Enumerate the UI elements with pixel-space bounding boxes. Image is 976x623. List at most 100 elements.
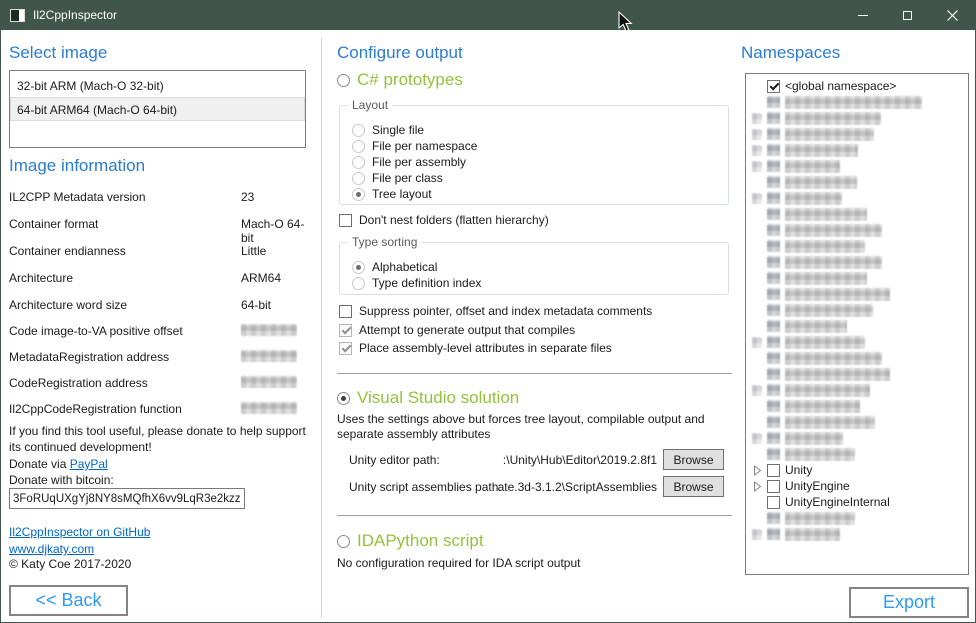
radio-icon bbox=[337, 74, 350, 87]
namespace-item-redacted[interactable] bbox=[746, 526, 968, 542]
layout-option-file-per-class[interactable]: File per class bbox=[352, 170, 728, 186]
option-label: Single file bbox=[372, 123, 424, 137]
redacted-checkbox bbox=[767, 432, 780, 444]
radio-icon bbox=[352, 140, 365, 153]
redacted-value bbox=[241, 324, 297, 336]
namespace-item-redacted[interactable] bbox=[746, 94, 968, 110]
suppress-comments-checkbox[interactable]: Suppress pointer, offset and index metad… bbox=[339, 304, 652, 318]
info-row: Il2CppCodeRegistration function bbox=[9, 402, 309, 418]
redacted-checkbox bbox=[767, 160, 780, 172]
export-button[interactable]: Export bbox=[849, 587, 969, 618]
namespace-item-redacted[interactable] bbox=[746, 110, 968, 126]
radio-icon bbox=[352, 277, 365, 290]
unity-script-browse-button[interactable]: Browse bbox=[663, 476, 724, 497]
redacted-namespace-label bbox=[785, 176, 857, 189]
namespace-item-redacted[interactable] bbox=[746, 286, 968, 302]
info-label: Container endianness bbox=[9, 244, 126, 258]
bitcoin-address-input[interactable] bbox=[9, 488, 245, 509]
namespace-item-unity[interactable]: Unity bbox=[746, 462, 968, 478]
image-list-item[interactable]: 32-bit ARM (Mach-O 32-bit) bbox=[10, 73, 305, 97]
checkbox-icon-checked bbox=[339, 342, 352, 355]
idapython-script-radio[interactable]: IDAPython script bbox=[337, 531, 484, 551]
info-row: CodeRegistration address bbox=[9, 376, 309, 392]
namespace-item-redacted[interactable] bbox=[746, 430, 968, 446]
namespace-item-global[interactable]: <global namespace> bbox=[746, 78, 968, 94]
image-information-title: Image information bbox=[9, 156, 145, 176]
redacted-expander bbox=[752, 113, 762, 124]
visual-studio-solution-radio[interactable]: Visual Studio solution bbox=[337, 388, 519, 408]
namespace-item-redacted[interactable] bbox=[746, 142, 968, 158]
layout-option-file-per-assembly[interactable]: File per assembly bbox=[352, 154, 728, 170]
redacted-namespace-label bbox=[785, 128, 874, 141]
expander-icon[interactable] bbox=[752, 481, 762, 492]
redacted-expander bbox=[752, 129, 762, 140]
namespace-item-unityengine[interactable]: UnityEngine bbox=[746, 478, 968, 494]
info-value: 64-bit bbox=[241, 298, 271, 312]
option-label: File per class bbox=[372, 171, 443, 185]
namespace-item-redacted[interactable] bbox=[746, 446, 968, 462]
namespace-item-redacted[interactable] bbox=[746, 414, 968, 430]
maximize-button[interactable] bbox=[885, 0, 930, 30]
sorting-option-type-definition-index[interactable]: Type definition index bbox=[352, 275, 728, 291]
maximize-icon bbox=[903, 11, 912, 20]
minimize-button[interactable] bbox=[840, 0, 885, 30]
sorting-option-alphabetical[interactable]: Alphabetical bbox=[352, 259, 728, 275]
redacted-namespace-label bbox=[785, 288, 890, 301]
namespace-item-redacted[interactable] bbox=[746, 318, 968, 334]
namespace-item-redacted[interactable] bbox=[746, 366, 968, 382]
website-link[interactable]: www.djkaty.com bbox=[9, 542, 94, 556]
redacted-value bbox=[241, 376, 297, 388]
section-separator bbox=[337, 515, 732, 516]
redacted-checkbox bbox=[767, 224, 780, 236]
checkbox-icon bbox=[767, 480, 780, 493]
namespace-item-redacted[interactable] bbox=[746, 222, 968, 238]
layout-option-single-file[interactable]: Single file bbox=[352, 122, 728, 138]
namespace-item-redacted[interactable] bbox=[746, 398, 968, 414]
redacted-value bbox=[241, 402, 297, 414]
github-link[interactable]: Il2CppInspector on GitHub bbox=[9, 525, 150, 539]
csharp-prototypes-radio[interactable]: C# prototypes bbox=[337, 70, 463, 90]
namespace-item-redacted[interactable] bbox=[746, 254, 968, 270]
namespace-item-redacted[interactable] bbox=[746, 126, 968, 142]
namespace-item-redacted[interactable] bbox=[746, 302, 968, 318]
dont-nest-checkbox[interactable]: Don't nest folders (flatten hierarchy) bbox=[339, 213, 549, 227]
namespace-item-redacted[interactable] bbox=[746, 190, 968, 206]
redacted-checkbox bbox=[767, 352, 780, 364]
paypal-link[interactable]: PayPal bbox=[70, 457, 108, 471]
option-label: Type definition index bbox=[372, 276, 481, 290]
namespace-item-redacted[interactable] bbox=[746, 158, 968, 174]
redacted-namespace-label bbox=[785, 112, 881, 125]
namespace-item-redacted[interactable] bbox=[746, 382, 968, 398]
namespace-item-redacted[interactable] bbox=[746, 334, 968, 350]
radio-icon-selected bbox=[352, 261, 365, 274]
attempt-compile-checkbox[interactable]: Attempt to generate output that compiles bbox=[339, 323, 575, 337]
redacted-namespace-label bbox=[785, 352, 882, 365]
namespace-item-redacted[interactable] bbox=[746, 238, 968, 254]
layout-option-tree-layout[interactable]: Tree layout bbox=[352, 186, 728, 202]
info-label: Architecture word size bbox=[9, 298, 127, 312]
namespace-item-redacted[interactable] bbox=[746, 510, 968, 526]
namespace-label: UnityEngine bbox=[785, 479, 850, 493]
redacted-checkbox bbox=[767, 112, 780, 124]
namespace-item-redacted[interactable] bbox=[746, 174, 968, 190]
redacted-namespace-rows bbox=[746, 510, 968, 542]
redacted-checkbox bbox=[767, 384, 780, 396]
redacted-expander bbox=[752, 193, 762, 204]
redacted-expander bbox=[752, 433, 762, 444]
layout-option-file-per-namespace[interactable]: File per namespace bbox=[352, 138, 728, 154]
redacted-namespace-label bbox=[785, 368, 890, 381]
unity-editor-browse-button[interactable]: Browse bbox=[663, 449, 724, 470]
donate-paypal-prefix: Donate via bbox=[9, 457, 70, 471]
checkbox-label: Place assembly-level attributes in separ… bbox=[359, 341, 612, 355]
close-button[interactable] bbox=[930, 0, 975, 30]
info-label: CodeRegistration address bbox=[9, 376, 148, 390]
assembly-attributes-checkbox[interactable]: Place assembly-level attributes in separ… bbox=[339, 341, 612, 355]
expander-icon[interactable] bbox=[752, 465, 762, 476]
back-button[interactable]: << Back bbox=[9, 585, 128, 616]
namespace-item-unityengineinternal[interactable]: UnityEngineInternal bbox=[746, 494, 968, 510]
image-list-item-selected[interactable]: 64-bit ARM64 (Mach-O 64-bit) bbox=[10, 97, 305, 121]
namespace-item-redacted[interactable] bbox=[746, 206, 968, 222]
checkbox-icon bbox=[339, 214, 352, 227]
namespace-item-redacted[interactable] bbox=[746, 270, 968, 286]
namespace-item-redacted[interactable] bbox=[746, 350, 968, 366]
